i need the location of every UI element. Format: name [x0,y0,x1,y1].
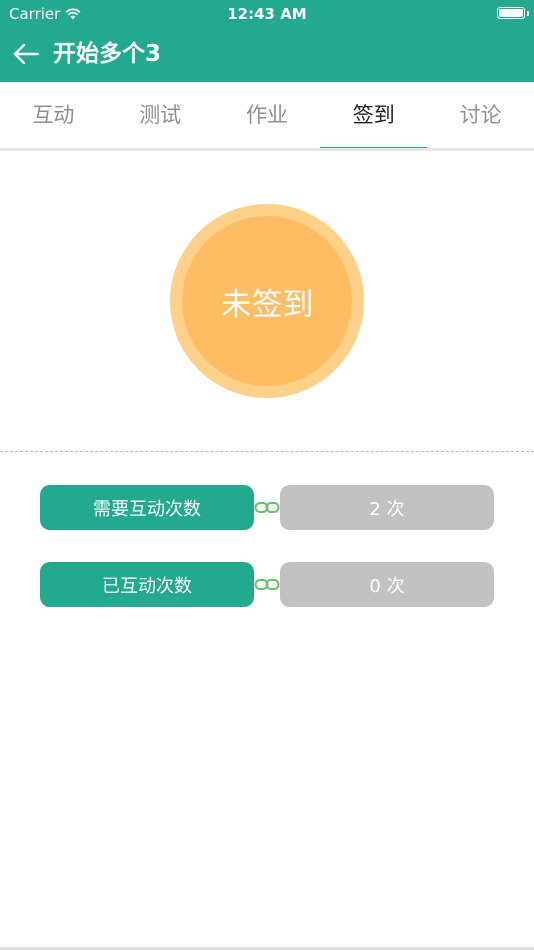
top-bar: Carrier 12:43 AM 开始多个3 [0,0,534,82]
back-button[interactable] [11,40,41,68]
completed-interactions-label: 已互动次数 [40,562,254,607]
tab-signin[interactable]: 签到 [320,82,427,151]
signin-button[interactable]: 未签到 [182,216,352,386]
tab-test[interactable]: 测试 [107,82,214,148]
tab-divider [0,148,534,151]
status-time: 12:43 AM [227,5,307,23]
completed-interactions-row: 已互动次数 0 次 [40,562,494,607]
battery-tip [527,11,529,16]
battery-icon [497,7,525,19]
page-title: 开始多个3 [53,41,162,67]
section-divider [0,451,534,452]
chain-link-icon [254,502,280,513]
required-interactions-value: 2 次 [280,485,494,530]
nav-bar: 开始多个3 [0,28,534,82]
tab-interaction[interactable]: 互动 [0,82,107,148]
required-interactions-row: 需要互动次数 2 次 [40,485,494,530]
status-bar: Carrier 12:43 AM [0,0,534,28]
tab-bar: 互动 测试 作业 签到 讨论 [0,82,534,151]
arrow-left-icon [13,43,40,65]
completed-interactions-value: 0 次 [280,562,494,607]
tab-discussion[interactable]: 讨论 [427,82,534,148]
tab-homework[interactable]: 作业 [214,82,321,148]
chain-link-icon [254,579,280,590]
required-interactions-label: 需要互动次数 [40,485,254,530]
